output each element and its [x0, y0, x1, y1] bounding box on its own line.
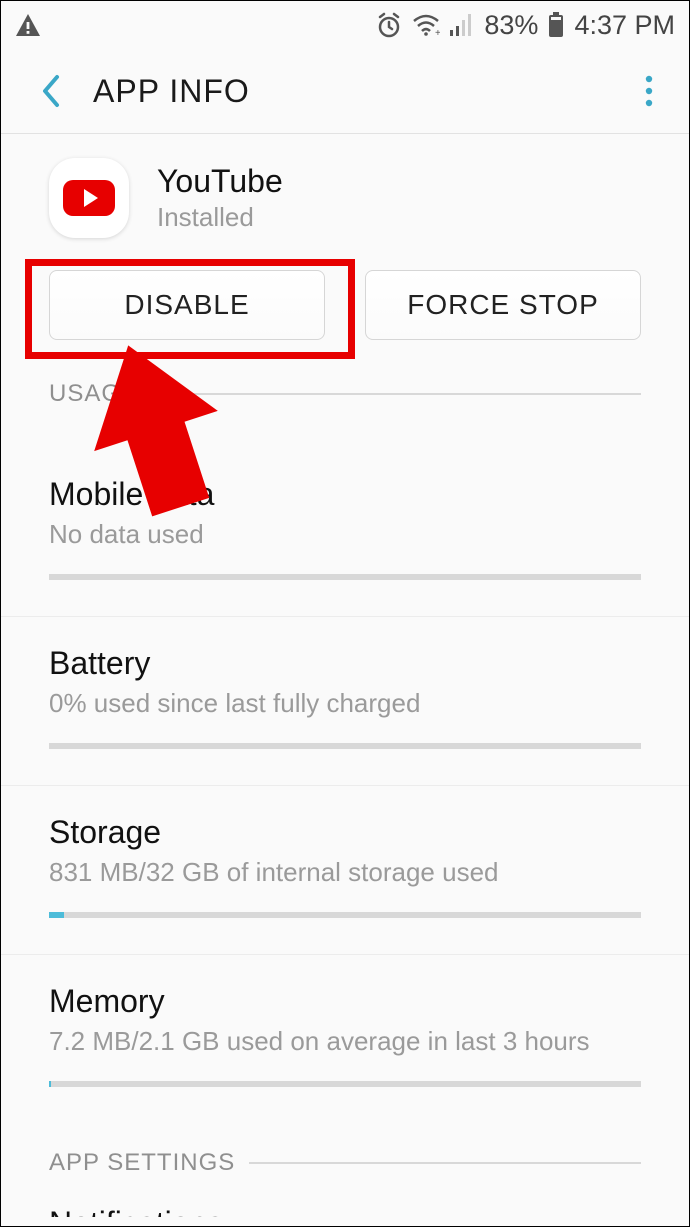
item-subtitle: 0% used since last fully charged	[49, 688, 641, 719]
progress-bar	[49, 1081, 641, 1087]
app-name: YouTube	[157, 163, 283, 200]
mobile-data-item[interactable]: Mobile data No data used	[1, 448, 689, 617]
item-title: Memory	[49, 983, 641, 1020]
item-title: Battery	[49, 645, 641, 682]
signal-icon	[450, 14, 474, 36]
progress-fill	[49, 1081, 51, 1087]
wifi-icon: +	[412, 14, 440, 36]
item-subtitle: No data used	[49, 519, 641, 550]
back-button[interactable]	[31, 66, 71, 116]
storage-item[interactable]: Storage 831 MB/32 GB of internal storage…	[1, 786, 689, 955]
memory-item[interactable]: Memory 7.2 MB/2.1 GB used on average in …	[1, 955, 689, 1123]
app-bar: APP INFO	[1, 49, 689, 134]
item-title: Notifications	[49, 1205, 223, 1217]
notifications-item-partial[interactable]: Notifications	[1, 1177, 689, 1217]
status-bar: + 83% 4:37 PM	[1, 1, 689, 49]
section-header-usage: USAGE	[1, 380, 689, 408]
progress-bar	[49, 574, 641, 580]
clock-text: 4:37 PM	[574, 10, 675, 41]
alarm-icon	[376, 12, 402, 38]
battery-icon	[548, 12, 564, 38]
item-subtitle: 7.2 MB/2.1 GB used on average in last 3 …	[49, 1026, 641, 1057]
app-install-status: Installed	[157, 202, 283, 233]
item-title: Storage	[49, 814, 641, 851]
item-title: Mobile data	[49, 476, 641, 513]
item-subtitle: 831 MB/32 GB of internal storage used	[49, 857, 641, 888]
section-divider	[249, 1162, 641, 1164]
youtube-app-icon	[49, 158, 129, 238]
app-header-row: YouTube Installed	[1, 134, 689, 248]
progress-fill	[49, 912, 64, 918]
action-buttons-row: DISABLE FORCE STOP	[1, 248, 689, 364]
more-menu-button[interactable]	[629, 66, 669, 116]
progress-bar	[49, 912, 641, 918]
battery-item[interactable]: Battery 0% used since last fully charged	[1, 617, 689, 786]
svg-text:+: +	[435, 28, 440, 36]
section-label: USAGE	[49, 380, 138, 408]
warning-icon	[15, 13, 41, 37]
section-label: APP SETTINGS	[49, 1149, 235, 1177]
force-stop-button[interactable]: FORCE STOP	[365, 270, 641, 340]
disable-button[interactable]: DISABLE	[49, 270, 325, 340]
battery-percent-text: 83%	[484, 10, 538, 41]
page-title: APP INFO	[93, 73, 250, 110]
section-header-app-settings: APP SETTINGS	[1, 1149, 689, 1177]
progress-bar	[49, 743, 641, 749]
section-divider	[152, 393, 641, 395]
